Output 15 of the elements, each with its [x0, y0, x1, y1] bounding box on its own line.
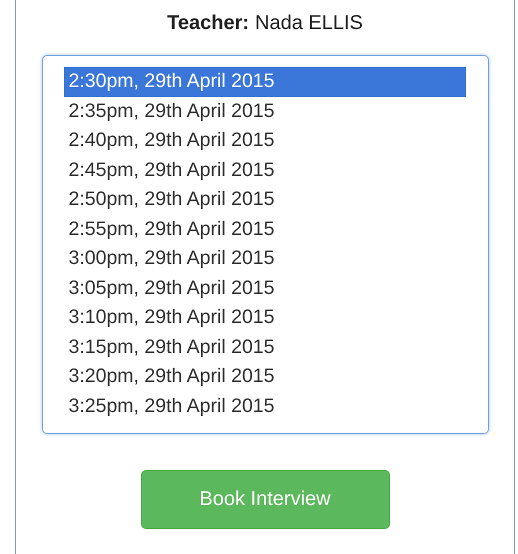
time-slot-option[interactable]: 2:35pm, 29th April 2015: [64, 96, 466, 126]
time-slot-option[interactable]: 2:50pm, 29th April 2015: [64, 185, 466, 214]
time-slot-option[interactable]: 3:00pm, 29th April 2015: [64, 244, 466, 274]
time-slot-option[interactable]: 3:25pm, 29th April 2015: [64, 392, 466, 421]
time-slot-option[interactable]: 3:05pm, 29th April 2015: [64, 274, 466, 303]
time-slot-option[interactable]: 2:45pm, 29th April 2015: [64, 156, 466, 185]
teacher-label: Teacher:: [167, 12, 250, 35]
time-slot-option[interactable]: 2:40pm, 29th April 2015: [64, 126, 466, 156]
time-slot-option[interactable]: 3:15pm, 29th April 2015: [64, 332, 466, 362]
teacher-name: Nada ELLIS: [255, 12, 363, 35]
time-slot-option[interactable]: 3:20pm, 29th April 2015: [64, 362, 466, 392]
time-slot-list[interactable]: [42, 55, 488, 434]
time-slot-option[interactable]: 2:55pm, 29th April 2015: [64, 214, 466, 244]
time-slot-option[interactable]: 3:10pm, 29th April 2015: [64, 303, 466, 332]
time-slot-option[interactable]: 2:30pm, 29th April 2015: [64, 67, 466, 96]
